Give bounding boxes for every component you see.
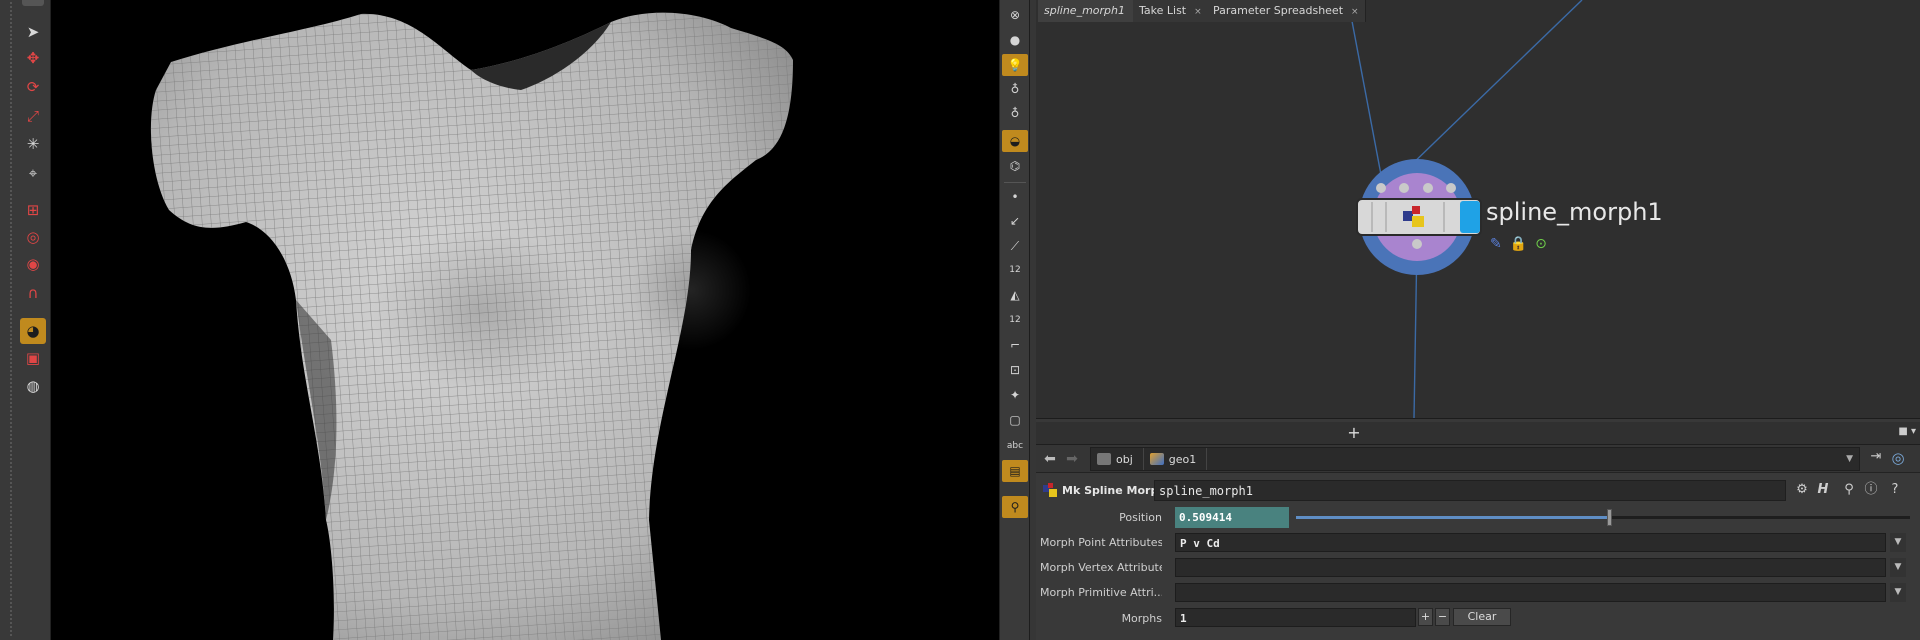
remove-morph-button[interactable]: −: [1435, 608, 1450, 626]
morphs-count-field[interactable]: 1: [1175, 608, 1416, 627]
morph-point-attributes-field[interactable]: P v Cd: [1175, 533, 1886, 552]
breadcrumb-obj[interactable]: obj: [1091, 448, 1144, 470]
tab-take-list[interactable]: Take List ×: [1133, 0, 1209, 22]
network-path-field[interactable]: obj geo1 ▼: [1090, 447, 1860, 471]
clear-morphs-button[interactable]: Clear: [1453, 608, 1511, 626]
breadcrumb-label: geo1: [1168, 452, 1197, 466]
help-icon[interactable]: ?: [1886, 481, 1904, 499]
tab-close-icon[interactable]: ×: [1194, 7, 1202, 17]
chevron-down-icon[interactable]: ▼: [1846, 454, 1859, 464]
position-slider-fill: [1296, 516, 1609, 519]
spline-morph-node[interactable]: [1352, 154, 1488, 280]
forward-arrow-icon[interactable]: ➡: [1062, 449, 1082, 469]
pane-tab-bar: [1036, 422, 1920, 445]
tab-spline-morph1[interactable]: spline_morph1×: [1038, 0, 1148, 22]
vertex-icon[interactable]: ⟋: [1002, 235, 1028, 257]
point-number-icon[interactable]: 12: [1002, 259, 1028, 281]
edit-snap-icon[interactable]: ⊞: [20, 197, 46, 223]
border-icon[interactable]: ⌐: [1002, 334, 1028, 356]
search-icon[interactable]: ⚲: [1840, 481, 1858, 499]
position-slider[interactable]: [1296, 516, 1910, 519]
scale-icon[interactable]: ⤢: [20, 103, 46, 129]
add-tab-button[interactable]: +: [1345, 422, 1363, 444]
magnet-icon[interactable]: ∩: [20, 280, 46, 306]
help-h-icon[interactable]: H: [1814, 481, 1832, 499]
add-morph-button[interactable]: +: [1418, 608, 1433, 626]
obj-icon: [1097, 453, 1111, 465]
origin-icon[interactable]: ✦: [1002, 384, 1028, 406]
morphs-label: Morphs: [1121, 612, 1162, 625]
position-field[interactable]: 0.509414: [1175, 507, 1289, 528]
morph-primitive-attributes-field[interactable]: [1175, 583, 1886, 602]
ghost-icon[interactable]: ⌬: [1002, 155, 1028, 177]
tab-parameter-spreadsheet[interactable]: Parameter Spreadsheet ×: [1207, 0, 1366, 22]
pose-icon[interactable]: ✳: [20, 131, 46, 157]
node-flags: ✎ 🔒 ⊙: [1490, 233, 1560, 255]
snap-grid-icon[interactable]: ⊡: [1002, 359, 1028, 381]
lock-icon[interactable]: 🔒: [1510, 236, 1527, 252]
edit-brush-icon[interactable]: ◉: [20, 251, 46, 277]
morph-primitive-attributes-label: Morph Primitive Attri...: [1040, 586, 1162, 599]
select-arrow-icon[interactable]: ➤: [20, 19, 46, 45]
frame-icon[interactable]: ▢: [1002, 409, 1028, 431]
operator-type-label: Mk Spline Morph: [1062, 484, 1167, 497]
light-icon[interactable]: ♁: [1002, 78, 1028, 100]
rotate-icon[interactable]: ⟳: [20, 74, 46, 100]
text-display-icon[interactable]: abc: [1002, 435, 1028, 457]
breadcrumb-geo1[interactable]: geo1: [1144, 448, 1208, 470]
left-tool-shelf: ➤ ✥ ⟳ ⤢ ✳ ⌖ ⊞ ◎ ◉ ∩ ◕ ▣ ◍: [0, 0, 51, 640]
morph-vertex-attributes-label: Morph Vertex Attributes: [1040, 561, 1162, 574]
light-bulb-icon[interactable]: 💡: [1002, 54, 1028, 76]
handle-icon[interactable]: ⌖: [20, 160, 46, 186]
chevron-down-icon[interactable]: ▼: [1890, 558, 1906, 577]
background-image-icon[interactable]: ◒: [1002, 130, 1028, 152]
node-name-label[interactable]: spline_morph1: [1486, 198, 1663, 226]
pane-menu-icon[interactable]: ■ ▾: [1876, 426, 1916, 440]
point-display-icon[interactable]: •: [1002, 186, 1028, 208]
view-tool-icon[interactable]: ◕: [20, 318, 46, 344]
bulb-toggle-icon[interactable]: ⚲: [1002, 496, 1028, 518]
link-icon[interactable]: ◎: [1888, 449, 1908, 469]
render-region-icon[interactable]: ▣: [20, 345, 46, 371]
transform-icon[interactable]: ✥: [20, 45, 46, 71]
geo-icon: [1149, 453, 1164, 465]
position-label: Position: [1119, 511, 1162, 524]
morph-point-attributes-label: Morph Point Attributes: [1040, 536, 1162, 549]
pin-icon[interactable]: ⇥: [1866, 449, 1886, 469]
edit-lasso-icon[interactable]: ◎: [20, 224, 46, 250]
chevron-down-icon[interactable]: ▼: [1890, 533, 1906, 552]
back-arrow-icon[interactable]: ⬅: [1040, 449, 1060, 469]
scene-viewport[interactable]: [51, 0, 999, 640]
shelf-grip[interactable]: [10, 2, 12, 638]
info-icon[interactable]: ⓘ: [1862, 481, 1880, 499]
close-circle-icon[interactable]: ⊗: [1002, 4, 1028, 26]
torso-mesh: [150, 12, 793, 640]
operator-icon: [1043, 483, 1057, 497]
display-options-toolbar: ⊗ ● 💡 ♁ ♁ ◒ ⌬ • ↙ ⟋ 12 ◭ 12 ⌐ ⊡ ✦ ▢ abc …: [999, 0, 1030, 640]
tab-close-icon[interactable]: ×: [1351, 7, 1359, 17]
display-check-icon[interactable]: ⊙: [1535, 236, 1547, 252]
headlight-icon[interactable]: ♁: [1002, 102, 1028, 124]
morph-vertex-attributes-field[interactable]: [1175, 558, 1886, 577]
position-slider-handle[interactable]: [1606, 509, 1612, 526]
shelf-tab-handle[interactable]: [22, 0, 44, 6]
gear-icon[interactable]: ⚙: [1793, 481, 1811, 499]
image-icon[interactable]: ▤: [1002, 460, 1028, 482]
toolbar-separator: [1004, 182, 1026, 183]
breadcrumb-label: obj: [1116, 452, 1133, 466]
point-normal-icon[interactable]: ↙: [1002, 210, 1028, 232]
brush-icon[interactable]: ◭: [1002, 284, 1028, 306]
primitive-number-icon[interactable]: 12: [1002, 309, 1028, 331]
chevron-down-icon[interactable]: ▼: [1890, 583, 1906, 602]
camera-icon[interactable]: ◍: [20, 373, 46, 399]
sphere-shading-icon[interactable]: ●: [1002, 29, 1028, 51]
node-name-field[interactable]: spline_morph1: [1154, 480, 1786, 501]
paperclip-icon[interactable]: ✎: [1490, 236, 1502, 252]
